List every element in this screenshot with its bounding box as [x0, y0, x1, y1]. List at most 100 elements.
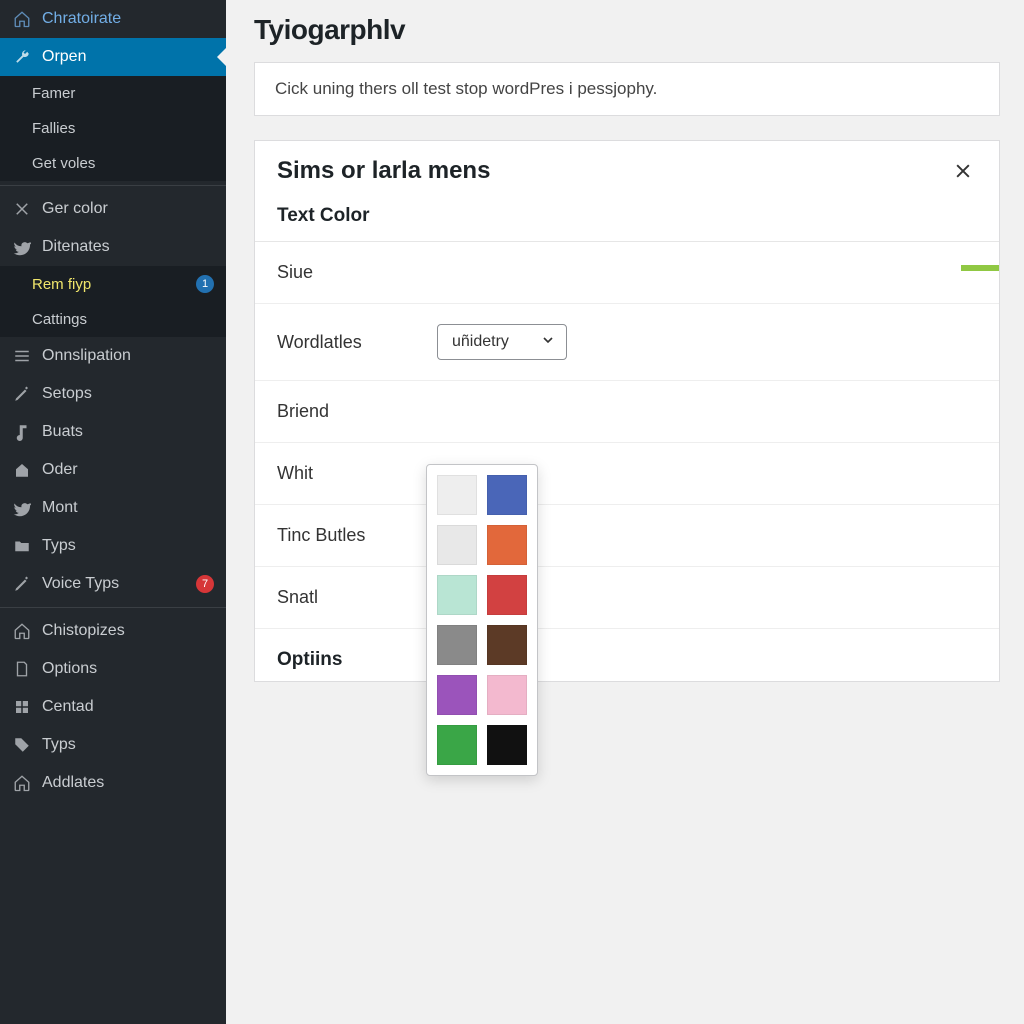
pencil-icon [12, 574, 32, 594]
sidebar-item-label: Onnslipation [42, 347, 131, 365]
sidebar-item-typs-2[interactable]: Typs [0, 726, 226, 764]
pencil-icon [12, 384, 32, 404]
color-swatch[interactable] [437, 475, 477, 515]
house-icon [12, 621, 32, 641]
color-swatch[interactable] [437, 675, 477, 715]
sidebar-item-label: Voice Typs [42, 575, 119, 593]
color-swatch[interactable] [437, 625, 477, 665]
sidebar-item-label: Rem fiyp [32, 276, 91, 293]
sidebar-item-setops[interactable]: Setops [0, 375, 226, 413]
sidebar-item-rem-fiyp[interactable]: Rem fiyp 1 [0, 266, 226, 302]
note-icon [12, 422, 32, 442]
setting-label: Tinc Butles [277, 525, 437, 546]
menu-icon [12, 346, 32, 366]
sidebar-item-label: Orpen [42, 48, 86, 66]
wordlatles-select[interactable]: uñidetry [437, 324, 567, 360]
sidebar-item-cattings[interactable]: Cattings [0, 302, 226, 337]
sidebar-item-ger-color[interactable]: Ger color [0, 190, 226, 228]
sidebar-item-typs[interactable]: Typs [0, 527, 226, 565]
sidebar-item-label: Options [42, 660, 97, 678]
sidebar-item-mont[interactable]: Mont [0, 489, 226, 527]
sidebar-item-centad[interactable]: Centad [0, 688, 226, 726]
sidebar: Chratoirate Orpen Famer Fallies Get vole… [0, 0, 226, 1024]
section-heading: Text Color [255, 195, 999, 242]
color-swatch[interactable] [487, 725, 527, 765]
bird-icon [12, 498, 32, 518]
sidebar-divider [0, 607, 226, 608]
info-text: Cick uning thers oll test stop wordPres … [275, 79, 657, 98]
sidebar-submenu-1: Famer Fallies Get voles [0, 76, 226, 181]
card-header: Sims or larla mens [255, 141, 999, 195]
setting-label: Siue [277, 262, 437, 283]
sidebar-item-label: Oder [42, 461, 78, 479]
sidebar-item-chistopizes[interactable]: Chistopizes [0, 612, 226, 650]
sidebar-item-ditenates[interactable]: Ditenates [0, 228, 226, 266]
color-swatch[interactable] [437, 575, 477, 615]
sidebar-item-chratoirate[interactable]: Chratoirate [0, 0, 226, 38]
main-content: Tyiogarphlv Cick uning thers oll test st… [226, 0, 1024, 1024]
setting-label: Snatl [277, 587, 437, 608]
select-value: uñidetry [452, 333, 509, 351]
page-title: Tyiogarphlv [254, 14, 1000, 46]
color-swatch[interactable] [437, 525, 477, 565]
setting-row-siue: Siue [255, 242, 999, 304]
setting-row-whit: Whit [255, 443, 999, 505]
sidebar-divider [0, 185, 226, 186]
chevron-down-icon [540, 332, 556, 353]
options-heading: Optiins [255, 629, 999, 681]
setting-row-wordlatles: Wordlatles uñidetry [255, 304, 999, 381]
sidebar-item-addlates[interactable]: Addlates [0, 764, 226, 802]
sidebar-item-label: Typs [42, 537, 76, 555]
sidebar-item-get-voles[interactable]: Get voles [0, 146, 226, 181]
sidebar-item-label: Ger color [42, 200, 108, 218]
sidebar-item-label: Cattings [32, 311, 87, 328]
color-picker-popup [426, 464, 538, 776]
color-swatch[interactable] [487, 625, 527, 665]
sidebar-item-label: Typs [42, 736, 76, 754]
sidebar-item-label: Chratoirate [42, 10, 121, 28]
sidebar-item-label: Fallies [32, 120, 75, 137]
setting-row-snatl: Snatl [255, 567, 999, 629]
sidebar-item-buats[interactable]: Buats [0, 413, 226, 451]
sidebar-item-label: Setops [42, 385, 92, 403]
color-swatch[interactable] [487, 475, 527, 515]
sidebar-item-famer[interactable]: Famer [0, 76, 226, 111]
setting-label: Briend [277, 401, 437, 422]
sidebar-submenu-2: Rem fiyp 1 Cattings [0, 266, 226, 337]
sidebar-item-onnslipation[interactable]: Onnslipation [0, 337, 226, 375]
sidebar-item-label: Mont [42, 499, 78, 517]
bird-icon [12, 237, 32, 257]
close-button[interactable] [949, 157, 977, 185]
setting-row-briend: Briend [255, 381, 999, 443]
house-icon [12, 9, 32, 29]
sidebar-item-fallies[interactable]: Fallies [0, 111, 226, 146]
sidebar-item-label: Centad [42, 698, 94, 716]
settings-card: Sims or larla mens Text Color Siue Wordl… [254, 140, 1000, 682]
card-title: Sims or larla mens [277, 157, 490, 185]
folder-icon [12, 536, 32, 556]
document-icon [12, 659, 32, 679]
color-swatch[interactable] [437, 725, 477, 765]
grid-icon [12, 697, 32, 717]
sidebar-item-label: Buats [42, 423, 83, 441]
sidebar-item-label: Famer [32, 85, 75, 102]
sidebar-item-options[interactable]: Options [0, 650, 226, 688]
close-icon [953, 161, 973, 181]
sidebar-item-label: Chistopizes [42, 622, 125, 640]
sidebar-item-oder[interactable]: Oder [0, 451, 226, 489]
wrench-icon [12, 47, 32, 67]
sidebar-item-label: Addlates [42, 774, 104, 792]
sidebar-item-voice-typs[interactable]: Voice Typs 7 [0, 565, 226, 603]
sidebar-item-orpen[interactable]: Orpen [0, 38, 226, 76]
house-icon [12, 773, 32, 793]
notification-badge: 1 [196, 275, 214, 293]
color-swatch[interactable] [487, 575, 527, 615]
color-swatch[interactable] [487, 525, 527, 565]
home-icon [12, 460, 32, 480]
info-box: Cick uning thers oll test stop wordPres … [254, 62, 1000, 116]
notification-badge: 7 [196, 575, 214, 593]
tag-icon [12, 735, 32, 755]
color-swatch[interactable] [487, 675, 527, 715]
setting-row-tinc-butles: Tinc Butles [255, 505, 999, 567]
setting-label: Whit [277, 463, 437, 484]
